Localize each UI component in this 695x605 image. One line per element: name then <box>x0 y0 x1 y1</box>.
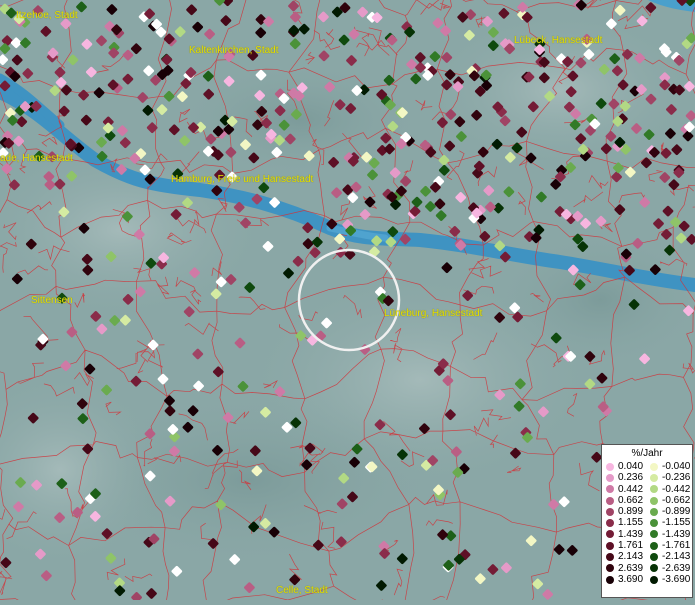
legend-label: -2.143 <box>662 551 691 563</box>
legend-swatch <box>606 530 614 539</box>
legend-label: 2.143 <box>618 551 644 563</box>
legend-swatch <box>606 496 614 505</box>
legend-entry: -3.690 <box>646 574 692 585</box>
legend-label: -0.899 <box>662 506 691 518</box>
legend-entry: 1.155 <box>602 517 648 528</box>
map-canvas[interactable]: Itzehoe, Stadt Kaltenkirchen, Stadt Lübe… <box>0 0 695 605</box>
legend-label: -2.639 <box>662 562 691 574</box>
legend-label: -0.662 <box>662 494 691 506</box>
place-label-celle: Celle, Stadt <box>276 585 328 596</box>
legend-swatch <box>650 530 658 539</box>
legend-swatch <box>606 462 614 471</box>
legend-entry: -0.899 <box>646 506 692 517</box>
legend-entry: -0.662 <box>646 495 692 506</box>
legend-label: 0.236 <box>618 472 644 484</box>
legend-label: 0.442 <box>618 483 644 495</box>
place-label-stade: ade, Hansestadt <box>0 153 73 164</box>
legend-label: 1.155 <box>618 517 644 529</box>
legend-entry: 0.040 <box>602 461 648 472</box>
legend-swatch <box>650 519 658 528</box>
place-label-hamburg: Hamburg, Freie und Hansestadt <box>171 174 314 185</box>
legend-label: -1.439 <box>662 528 691 540</box>
legend-swatch <box>606 519 614 528</box>
legend-swatch <box>650 496 658 505</box>
legend-label: 0.899 <box>618 506 644 518</box>
legend-entry: -0.236 <box>646 472 692 483</box>
legend-label: 1.439 <box>618 528 644 540</box>
legend-label: 3.690 <box>618 573 644 585</box>
legend-label: -0.236 <box>662 472 691 484</box>
place-label-lueneburg: Lüneburg, Hansestadt <box>384 308 483 319</box>
legend-positive-column: 0.040 0.236 0.442 0.662 0.899 1.155 1.439 1.761… <box>602 461 648 585</box>
legend-swatch <box>606 485 614 494</box>
legend-entry: 1.439 <box>602 529 648 540</box>
legend-label: -0.442 <box>662 483 691 495</box>
legend-swatch <box>650 564 658 573</box>
legend-entry: 0.899 <box>602 506 648 517</box>
legend-swatch <box>606 564 614 573</box>
legend-entry: -1.155 <box>646 517 692 528</box>
legend-label: 0.662 <box>618 494 644 506</box>
legend-swatch <box>650 575 658 584</box>
legend-entry: -2.639 <box>646 563 692 574</box>
legend-swatch <box>650 553 658 562</box>
legend-label: 1.761 <box>618 540 644 552</box>
legend-swatch <box>606 507 614 516</box>
legend-label: -3.690 <box>662 573 691 585</box>
legend-title: %/Jahr <box>631 448 663 459</box>
legend-swatch <box>650 507 658 516</box>
place-label-luebeck: Lübeck, Hansestadt <box>514 35 603 46</box>
legend-entry: -0.040 <box>646 461 692 472</box>
legend-label: -1.155 <box>662 517 691 529</box>
legend-swatch <box>606 473 614 482</box>
legend-entry: -1.761 <box>646 540 692 551</box>
legend-label: -1.761 <box>662 540 691 552</box>
legend-entry: 3.690 <box>602 574 648 585</box>
legend-entry: 2.639 <box>602 563 648 574</box>
legend-label: 2.639 <box>618 562 644 574</box>
place-label-kaltenkirchen: Kaltenkirchen, Stadt <box>189 45 279 56</box>
legend-swatch <box>650 485 658 494</box>
legend-negative-column: -0.040 -0.236 -0.442 -0.662 -0.899 -1.155 -1.4… <box>646 461 692 585</box>
place-label-itzehoe: Itzehoe, Stadt <box>16 10 78 21</box>
legend-entry: -0.442 <box>646 484 692 495</box>
legend-entry: -1.439 <box>646 529 692 540</box>
legend-label: 0.040 <box>618 461 644 472</box>
legend-entry: 0.236 <box>602 472 648 483</box>
legend-entry: -2.143 <box>646 551 692 562</box>
legend-swatch <box>650 462 658 471</box>
legend-swatch <box>606 575 614 584</box>
legend-entry: 0.662 <box>602 495 648 506</box>
place-label-sittensen: Sittensen <box>31 295 73 306</box>
legend-entry: 0.442 <box>602 484 648 495</box>
legend-label: -0.040 <box>662 461 691 472</box>
legend-entry: 1.761 <box>602 540 648 551</box>
legend-swatch <box>606 541 614 550</box>
legend-swatch <box>650 541 658 550</box>
legend-entry: 2.143 <box>602 551 648 562</box>
legend-swatch <box>650 473 658 482</box>
map-svg <box>0 0 695 605</box>
legend-swatch <box>606 553 614 562</box>
map-legend: %/Jahr 0.040 0.236 0.442 0.662 0.899 1.155 1.4… <box>601 444 693 598</box>
